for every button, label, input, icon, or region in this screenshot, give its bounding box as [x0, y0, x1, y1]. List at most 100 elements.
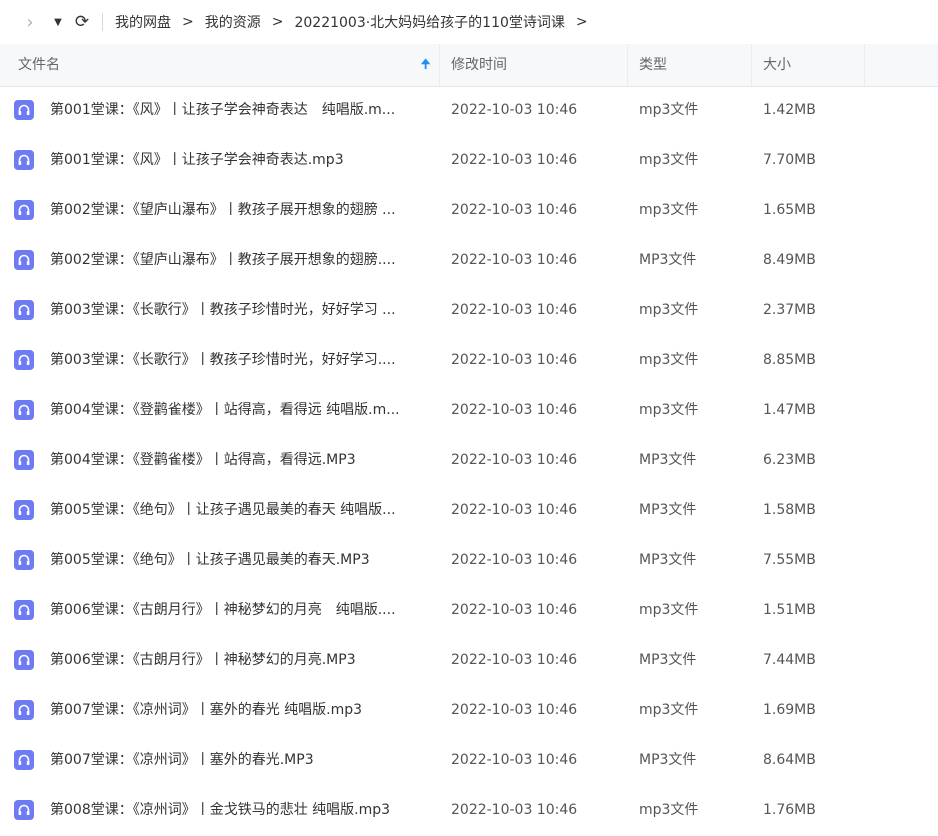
audio-file-icon — [14, 500, 34, 520]
file-modified-time: 2022-10-03 10:46 — [451, 152, 578, 168]
file-name[interactable]: 第006堂课：《古朗月行》丨神秘梦幻的月亮 纯唱版.... — [50, 586, 434, 636]
file-modified-time: 2022-10-03 10:46 — [451, 652, 578, 668]
audio-file-icon — [14, 700, 34, 720]
file-modified-time: 2022-10-03 10:46 — [451, 702, 578, 718]
file-name[interactable]: 第005堂课：《绝句》丨让孩子遇见最美的春天.MP3 — [50, 536, 434, 586]
breadcrumb: 我的网盘 > 我的资源 >20221003·北大妈妈给孩子的110堂诗词课 > — [115, 12, 599, 32]
file-name[interactable]: 第004堂课：《登鹳雀楼》丨站得高，看得远.MP3 — [50, 436, 434, 486]
file-name[interactable]: 第007堂课：《凉州词》丨塞外的春光.MP3 — [50, 736, 434, 786]
file-name[interactable]: 第003堂课：《长歌行》丨教孩子珍惜时光，好好学习 ... — [50, 286, 434, 336]
file-size: 8.85MB — [763, 352, 816, 368]
breadcrumb-separator: > — [182, 14, 194, 30]
file-name[interactable]: 第001堂课：《风》丨让孩子学会神奇表达 纯唱版.m... — [50, 86, 434, 136]
column-header-type[interactable]: 类型 — [628, 44, 752, 86]
file-modified-time: 2022-10-03 10:46 — [451, 502, 578, 518]
table-row[interactable]: 第002堂课：《望庐山瀑布》丨教孩子展开想象的翅膀.... 2022-10-03 … — [0, 236, 938, 286]
file-type: mp3文件 — [639, 152, 699, 168]
breadcrumb-item[interactable]: 我的资源 — [205, 12, 261, 32]
file-type: mp3文件 — [639, 402, 699, 418]
table-row[interactable]: 第002堂课：《望庐山瀑布》丨教孩子展开想象的翅膀 ... 2022-10-03 … — [0, 186, 938, 236]
file-type: mp3文件 — [639, 302, 699, 318]
table-row[interactable]: 第005堂课：《绝句》丨让孩子遇见最美的春天.MP3 2022-10-03 10:… — [0, 536, 938, 586]
file-type: MP3文件 — [639, 252, 697, 268]
file-name[interactable]: 第001堂课：《风》丨让孩子学会神奇表达.mp3 — [50, 136, 434, 186]
table-row[interactable]: 第008堂课：《凉州词》丨金戈铁马的悲壮 纯唱版.mp3 2022-10-03 1… — [0, 786, 938, 836]
audio-file-icon — [14, 350, 34, 370]
file-size: 1.47MB — [763, 402, 816, 418]
file-size: 1.51MB — [763, 602, 816, 618]
file-name[interactable]: 第002堂课：《望庐山瀑布》丨教孩子展开想象的翅膀.... — [50, 236, 434, 286]
audio-file-icon — [14, 750, 34, 770]
breadcrumb-separator[interactable]: > — [576, 14, 588, 30]
file-type: MP3文件 — [639, 552, 697, 568]
file-modified-time: 2022-10-03 10:46 — [451, 352, 578, 368]
file-type: MP3文件 — [639, 452, 697, 468]
audio-file-icon — [14, 650, 34, 670]
file-size: 6.23MB — [763, 452, 816, 468]
column-header-name-label: 文件名 — [18, 57, 60, 73]
table-row[interactable]: 第006堂课：《古朗月行》丨神秘梦幻的月亮.MP3 2022-10-03 10:4… — [0, 636, 938, 686]
file-name[interactable]: 第006堂课：《古朗月行》丨神秘梦幻的月亮.MP3 — [50, 636, 434, 686]
chevron-right-icon[interactable]: › — [20, 12, 40, 33]
file-modified-time: 2022-10-03 10:46 — [451, 602, 578, 618]
file-size: 8.49MB — [763, 252, 816, 268]
file-modified-time: 2022-10-03 10:46 — [451, 452, 578, 468]
breadcrumb-separator: > — [271, 14, 284, 30]
file-type: mp3文件 — [639, 352, 699, 368]
refresh-icon[interactable]: ⟳ — [72, 12, 92, 32]
audio-file-icon — [14, 400, 34, 420]
table-row[interactable]: 第007堂课：《凉州词》丨塞外的春光 纯唱版.mp3 2022-10-03 10:… — [0, 686, 938, 736]
sort-ascending-icon[interactable]: 🠉 — [420, 44, 431, 86]
file-size: 7.44MB — [763, 652, 816, 668]
audio-file-icon — [14, 800, 34, 820]
column-header-size[interactable]: 大小 — [752, 44, 865, 86]
table-header: 文件名 🠉 修改时间 类型 大小 — [0, 44, 938, 87]
file-name[interactable]: 第008堂课：《凉州词》丨金戈铁马的悲壮 纯唱版.mp3 — [50, 786, 434, 836]
file-name[interactable]: 第002堂课：《望庐山瀑布》丨教孩子展开想象的翅膀 ... — [50, 186, 434, 236]
file-size: 1.42MB — [763, 102, 816, 118]
file-type: mp3文件 — [639, 702, 699, 718]
table-row[interactable]: 第003堂课：《长歌行》丨教孩子珍惜时光，好好学习 ... 2022-10-03 … — [0, 286, 938, 336]
caret-down-icon[interactable]: ▼ — [48, 17, 68, 28]
audio-file-icon — [14, 100, 34, 120]
file-modified-time: 2022-10-03 10:46 — [451, 752, 578, 768]
file-size: 7.70MB — [763, 152, 816, 168]
table-row[interactable]: 第001堂课：《风》丨让孩子学会神奇表达 纯唱版.m... 2022-10-03 … — [0, 86, 938, 136]
file-modified-time: 2022-10-03 10:46 — [451, 802, 578, 818]
file-modified-time: 2022-10-03 10:46 — [451, 252, 578, 268]
audio-file-icon — [14, 200, 34, 220]
file-name[interactable]: 第005堂课：《绝句》丨让孩子遇见最美的春天 纯唱版... — [50, 486, 434, 536]
file-type: MP3文件 — [639, 502, 697, 518]
file-name[interactable]: 第007堂课：《凉州词》丨塞外的春光 纯唱版.mp3 — [50, 686, 434, 736]
file-size: 1.76MB — [763, 802, 816, 818]
file-size: 1.58MB — [763, 502, 816, 518]
file-modified-time: 2022-10-03 10:46 — [451, 102, 578, 118]
file-type: MP3文件 — [639, 752, 697, 768]
audio-file-icon — [14, 450, 34, 470]
file-name[interactable]: 第003堂课：《长歌行》丨教孩子珍惜时光，好好学习.... — [50, 336, 434, 386]
table-row[interactable]: 第005堂课：《绝句》丨让孩子遇见最美的春天 纯唱版... 2022-10-03 … — [0, 486, 938, 536]
table-row[interactable]: 第001堂课：《风》丨让孩子学会神奇表达.mp3 2022-10-03 10:46… — [0, 136, 938, 186]
audio-file-icon — [14, 150, 34, 170]
file-type: mp3文件 — [639, 602, 699, 618]
file-modified-time: 2022-10-03 10:46 — [451, 302, 578, 318]
file-type: mp3文件 — [639, 202, 699, 218]
table-row[interactable]: 第003堂课：《长歌行》丨教孩子珍惜时光，好好学习.... 2022-10-03 … — [0, 336, 938, 386]
file-name[interactable]: 第004堂课：《登鹳雀楼》丨站得高，看得远 纯唱版.m... — [50, 386, 434, 436]
file-type: mp3文件 — [639, 102, 699, 118]
table-row[interactable]: 第004堂课：《登鹳雀楼》丨站得高，看得远.MP3 2022-10-03 10:4… — [0, 436, 938, 486]
table-row[interactable]: 第007堂课：《凉州词》丨塞外的春光.MP3 2022-10-03 10:46 MP… — [0, 736, 938, 786]
audio-file-icon — [14, 250, 34, 270]
column-header-name[interactable]: 文件名 🠉 — [0, 44, 440, 86]
audio-file-icon — [14, 300, 34, 320]
toolbar-divider — [102, 13, 103, 31]
file-modified-time: 2022-10-03 10:46 — [451, 402, 578, 418]
table-row[interactable]: 第004堂课：《登鹳雀楼》丨站得高，看得远 纯唱版.m... 2022-10-03… — [0, 386, 938, 436]
breadcrumb-item[interactable]: 我的网盘 — [115, 12, 171, 32]
column-header-time[interactable]: 修改时间 — [440, 44, 628, 86]
toolbar: › ▼ ⟳ 我的网盘 > 我的资源 >20221003·北大妈妈给孩子的110堂诗词课… — [0, 0, 938, 44]
file-type: MP3文件 — [639, 652, 697, 668]
breadcrumb-item[interactable]: 20221003·北大妈妈给孩子的110堂诗词课 — [294, 12, 564, 32]
table-row[interactable]: 第006堂课：《古朗月行》丨神秘梦幻的月亮 纯唱版.... 2022-10-03 … — [0, 586, 938, 636]
file-list: 第001堂课：《风》丨让孩子学会神奇表达 纯唱版.m... 2022-10-03 … — [0, 86, 938, 836]
